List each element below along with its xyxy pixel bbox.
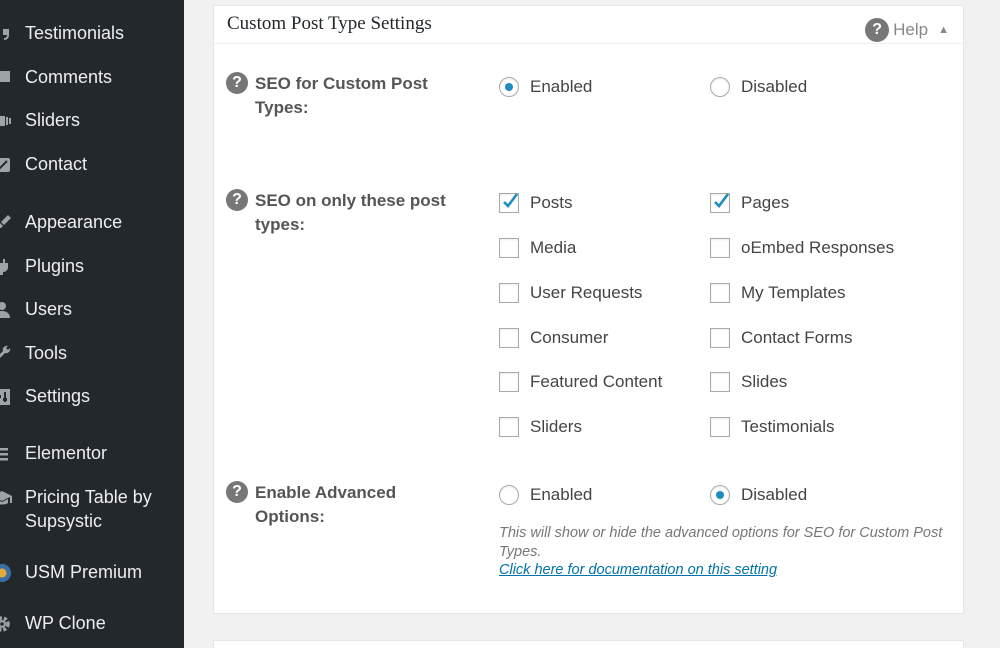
sidebar-item-label: Elementor <box>25 443 108 463</box>
option-label: Disabled <box>741 485 808 504</box>
sidebar-item-label: WP Clone <box>25 613 106 633</box>
seo-cpt-disabled-radio[interactable] <box>710 77 730 97</box>
advanced-disabled-option[interactable]: Disabled <box>710 485 807 505</box>
sidebar-item-label: Users <box>25 299 73 319</box>
sidebar-item-label: Pricing Table by Supsystic <box>25 487 152 531</box>
seo-cpt-disabled-option[interactable]: Disabled <box>710 77 807 97</box>
sidebar-item-label: Comments <box>25 67 113 87</box>
sidebar-item-label: Settings <box>25 386 91 406</box>
post-type-checkbox-user-requests[interactable]: User Requests <box>499 283 642 303</box>
users-icon <box>0 300 12 320</box>
option-label: Pages <box>741 193 790 212</box>
checkbox[interactable] <box>499 372 519 392</box>
post-type-checkbox-media[interactable]: Media <box>499 238 576 258</box>
option-label: Slides <box>741 372 788 391</box>
post-type-checkbox-consumer[interactable]: Consumer <box>499 328 608 348</box>
plugin-icon <box>0 257 12 277</box>
sidebar-item-label: Sliders <box>25 110 81 130</box>
option-label: Media <box>530 238 577 257</box>
settings-icon <box>0 387 12 407</box>
panel-title: Custom Post Type Settings <box>227 13 432 34</box>
usm-logo-icon <box>0 563 12 583</box>
sidebar-item-label: Appearance <box>25 212 123 232</box>
option-label: My Templates <box>741 283 846 302</box>
post-type-checkbox-posts[interactable]: Posts <box>499 193 573 213</box>
seo-cpt-enabled-option[interactable]: Enabled <box>499 77 592 97</box>
post-type-checkbox-slides[interactable]: Slides <box>710 372 787 392</box>
checkbox[interactable] <box>710 193 730 213</box>
sidebar-item-label: Plugins <box>25 256 85 276</box>
post-type-checkbox-my-templates[interactable]: My Templates <box>710 283 846 303</box>
post-types-label-group: ? SEO on only these post types: <box>226 189 460 237</box>
sidebar-item-label: Testimonials <box>25 23 125 43</box>
post-type-checkbox-sliders[interactable]: Sliders <box>499 417 582 437</box>
option-label: Featured Content <box>530 372 663 391</box>
collapse-arrow-icon: ▲ <box>938 24 949 36</box>
sidebar-item-label: Tools <box>25 343 68 363</box>
checkbox[interactable] <box>710 417 730 437</box>
seo-cpt-label: SEO for Custom Post Types: <box>255 74 428 117</box>
question-icon[interactable]: ? <box>226 72 248 94</box>
option-label: Enabled <box>530 77 593 96</box>
panel-header: Custom Post Type Settings ? Help ▲ <box>214 6 963 44</box>
elementor-icon <box>0 444 12 464</box>
checkbox[interactable] <box>710 372 730 392</box>
seo-cpt-enabled-radio[interactable] <box>499 77 519 97</box>
comment-icon <box>0 68 12 88</box>
help-label: Help <box>893 20 929 39</box>
paintbrush-icon <box>0 213 12 233</box>
gear-icon <box>0 614 12 634</box>
wrench-icon <box>0 344 12 364</box>
question-icon: ? <box>865 18 890 42</box>
advanced-enabled-option[interactable]: Enabled <box>499 485 592 505</box>
option-label: User Requests <box>530 283 643 302</box>
checkbox[interactable] <box>499 193 519 213</box>
quote-icon <box>0 24 12 44</box>
admin-sidebar: Testimonials Comments Sliders Contact Ap… <box>0 0 184 648</box>
post-type-checkbox-pages[interactable]: Pages <box>710 193 789 213</box>
checkbox[interactable] <box>710 328 730 348</box>
seo-cpt-label-group: ? SEO for Custom Post Types: <box>226 72 460 120</box>
post-type-checkbox-featured-content[interactable]: Featured Content <box>499 372 662 392</box>
post-type-checkbox-oembed[interactable]: oEmbed Responses <box>710 238 894 258</box>
email-icon <box>0 155 12 175</box>
advanced-options-description: This will show or hide the advanced opti… <box>499 525 943 560</box>
option-label: Enabled <box>530 485 593 504</box>
advanced-options-label-group: ? Enable Advanced Options: <box>226 481 460 529</box>
option-label: oEmbed Responses <box>741 238 895 257</box>
post-type-checkbox-contact-forms[interactable]: Contact Forms <box>710 328 852 348</box>
post-type-checkbox-testimonials[interactable]: Testimonials <box>710 417 835 437</box>
advanced-options-label: Enable Advanced Options: <box>255 483 397 526</box>
question-icon[interactable]: ? <box>226 481 248 503</box>
help-toggle[interactable]: ? Help ▲ <box>865 18 949 42</box>
slides-icon <box>0 111 12 131</box>
next-settings-panel <box>213 640 964 648</box>
option-label: Posts <box>530 193 573 212</box>
advanced-enabled-radio[interactable] <box>499 485 519 505</box>
sidebar-item-label: Contact <box>25 154 88 174</box>
checkbox[interactable] <box>499 283 519 303</box>
checkbox[interactable] <box>499 328 519 348</box>
documentation-link[interactable]: Click here for documentation on this set… <box>499 562 777 578</box>
option-label: Disabled <box>741 77 808 96</box>
option-label: Testimonials <box>741 417 835 436</box>
checkbox[interactable] <box>499 417 519 437</box>
advanced-disabled-radio[interactable] <box>710 485 730 505</box>
option-label: Consumer <box>530 328 609 347</box>
option-label: Contact Forms <box>741 328 853 347</box>
option-label: Sliders <box>530 417 582 436</box>
question-icon[interactable]: ? <box>226 189 248 211</box>
custom-post-type-settings-panel: Custom Post Type Settings ? Help ▲ ? SEO… <box>213 5 964 614</box>
sidebar-item-label: USM Premium <box>25 562 143 582</box>
checkbox[interactable] <box>710 238 730 258</box>
graduation-cap-icon <box>0 488 12 508</box>
checkbox[interactable] <box>710 283 730 303</box>
checkbox[interactable] <box>499 238 519 258</box>
post-types-label: SEO on only these post types: <box>255 191 446 234</box>
